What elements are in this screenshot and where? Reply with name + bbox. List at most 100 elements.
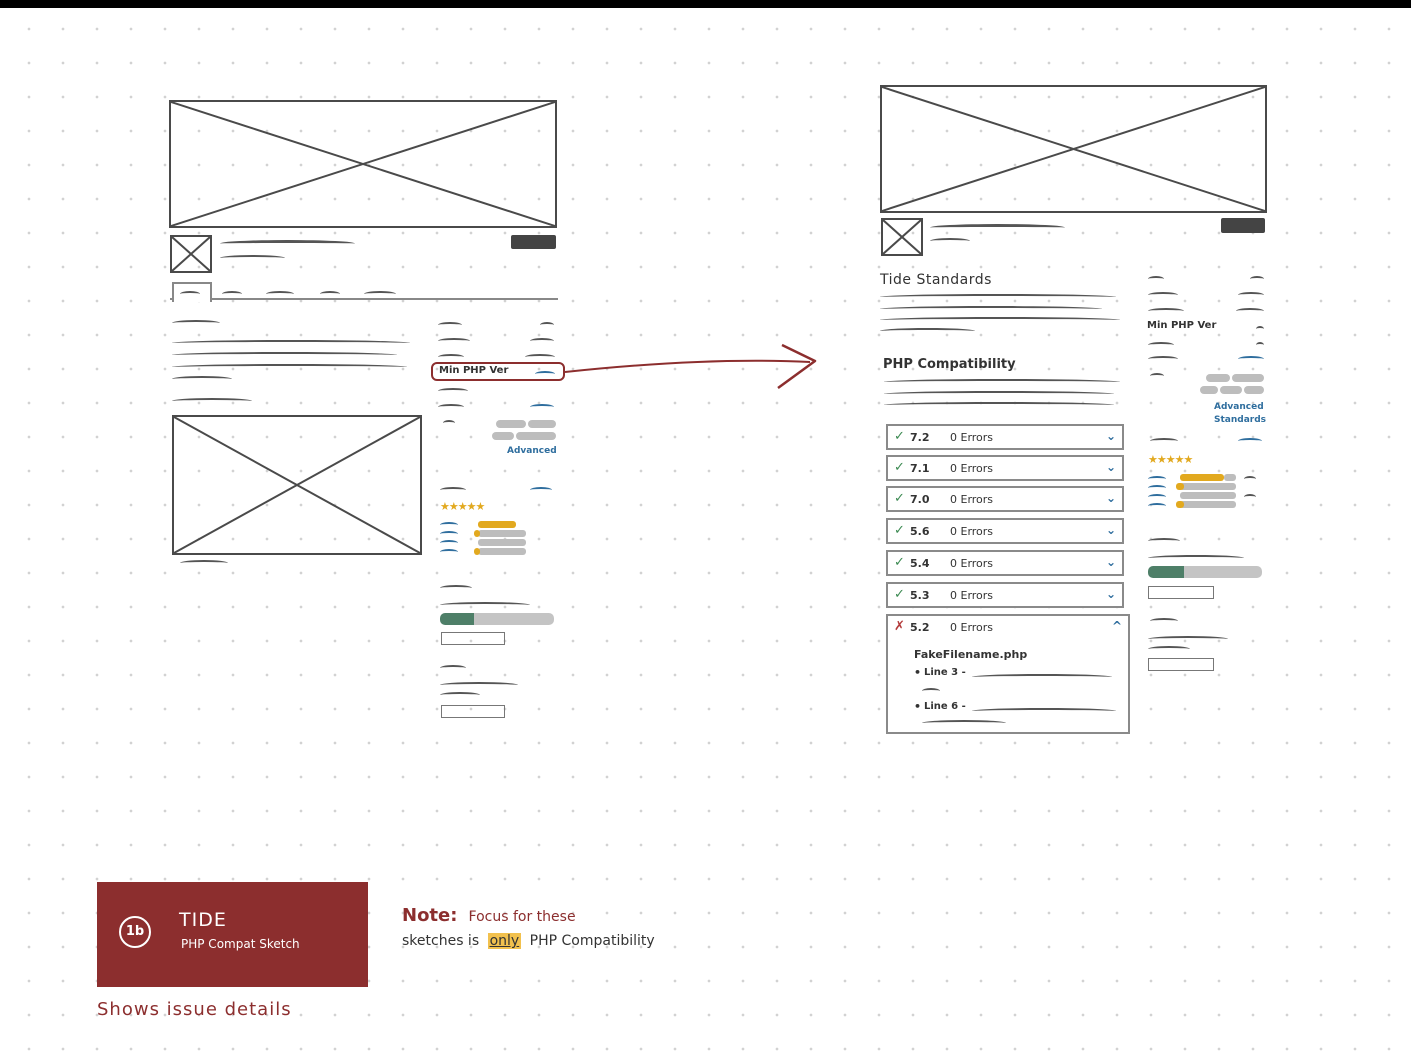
right-support-button[interactable]: [1148, 586, 1214, 599]
chevron-down-icon[interactable]: ⌄: [1106, 491, 1116, 505]
left-tab-bar: [170, 298, 558, 300]
left-tag-pill[interactable]: [492, 432, 514, 440]
left-tag-pill[interactable]: [496, 420, 526, 428]
left-min-php-value-scribble: [535, 371, 555, 377]
right-rating-count-scribble: [1244, 494, 1256, 500]
sketch-number-badge: 1b: [119, 916, 151, 948]
left-rating-bar-bg: [478, 548, 526, 555]
right-standards-link[interactable]: Standards: [1214, 415, 1266, 425]
right-plugin-icon-placeholder: [881, 218, 923, 256]
version-row-7-0[interactable]: ✓ 7.0 0 Errors ⌄: [886, 486, 1124, 512]
right-donate-heading-scribble: [1150, 618, 1178, 624]
note-text-line-1: Focus for these: [468, 909, 576, 925]
left-banner-image-placeholder: [169, 100, 557, 228]
left-tab-scribble[interactable]: [266, 291, 294, 297]
right-sidebar-link-scribble[interactable]: [1238, 356, 1264, 362]
php-compat-scribble: [884, 391, 1114, 397]
left-tag-pill[interactable]: [516, 432, 556, 440]
left-advanced-link[interactable]: Advanced: [507, 446, 557, 456]
left-description-scribble: [172, 340, 410, 346]
check-icon: ✓: [894, 555, 905, 570]
version-row-5-3[interactable]: ✓ 5.3 0 Errors ⌄: [886, 582, 1124, 608]
top-border: [0, 0, 1411, 8]
note-block-line-2: sketches is only PHP Compatibility: [402, 933, 655, 949]
chevron-down-icon[interactable]: ⌄: [1106, 429, 1116, 443]
version-row-5-2-expanded[interactable]: ✗ 5.2 0 Errors ^ FakeFilename.php • Line…: [886, 614, 1130, 734]
right-rating-bar: [1180, 474, 1224, 481]
right-rating-bar-bg: [1224, 474, 1236, 481]
right-tag-pill[interactable]: [1220, 386, 1242, 394]
left-donate-button[interactable]: [441, 705, 505, 718]
left-description-scribble: [172, 364, 407, 370]
version-row-7-1[interactable]: ✓ 7.1 0 Errors ⌄: [886, 455, 1124, 481]
chevron-up-icon[interactable]: ^: [1112, 619, 1122, 633]
version-label: 5.2: [910, 621, 930, 634]
right-tag-pill[interactable]: [1232, 374, 1264, 382]
version-label: 7.2: [910, 431, 930, 444]
error-count: 0 Errors: [950, 589, 994, 602]
left-rating-label-scribble: [440, 522, 458, 528]
version-row-7-2[interactable]: ✓ 7.2 0 Errors ⌄: [886, 424, 1124, 450]
left-tab-scribble[interactable]: [180, 291, 200, 297]
version-row-5-4[interactable]: ✓ 5.4 0 Errors ⌄: [886, 550, 1124, 576]
right-tag-pill[interactable]: [1206, 374, 1230, 382]
right-download-button[interactable]: [1221, 218, 1265, 233]
left-tab-scribble[interactable]: [222, 291, 242, 297]
right-sidebar-scribble: [1148, 356, 1178, 362]
right-sidebar-scribble: [1236, 308, 1264, 314]
right-tag-pill[interactable]: [1244, 386, 1264, 394]
left-tab-scribble[interactable]: [320, 291, 340, 297]
right-ratings-heading-scribble: [1150, 438, 1178, 444]
left-sidebar-link-scribble[interactable]: [530, 404, 554, 410]
left-donate-scribble: [440, 682, 518, 688]
right-donate-scribble: [1148, 646, 1190, 652]
issue-bullet-icon: •: [914, 666, 922, 679]
left-sidebar-scribble: [540, 322, 554, 328]
chevron-down-icon[interactable]: ⌄: [1106, 587, 1116, 601]
right-rating-bar-bg: [1180, 483, 1236, 490]
version-row-5-6[interactable]: ✓ 5.6 0 Errors ⌄: [886, 518, 1124, 544]
tide-standards-scribble: [880, 294, 1116, 300]
left-tag-pill[interactable]: [528, 420, 556, 428]
php-compatibility-heading: PHP Compatibility: [883, 357, 1016, 372]
note-text-line-2b: PHP Compatibility: [529, 933, 655, 949]
left-download-button[interactable]: [511, 235, 556, 249]
left-description-heading-scribble: [172, 320, 220, 326]
left-rating-bar: [474, 548, 480, 555]
chevron-down-icon[interactable]: ⌄: [1106, 460, 1116, 474]
left-sidebar-scribble: [438, 338, 470, 344]
chevron-down-icon[interactable]: ⌄: [1106, 523, 1116, 537]
left-support-scribble: [440, 602, 530, 608]
right-donate-button[interactable]: [1148, 658, 1214, 671]
tide-standards-scribble: [880, 317, 1120, 323]
issue-line-scribble: [922, 720, 1006, 726]
right-advanced-link[interactable]: Advanced: [1214, 402, 1264, 412]
issue-line-scribble: [972, 708, 1116, 714]
right-ratings-link-scribble[interactable]: [1238, 438, 1262, 444]
left-ratings-heading-scribble: [440, 487, 466, 493]
left-ratings-link-scribble[interactable]: [530, 487, 552, 493]
right-sidebar-scribble: [1148, 292, 1178, 298]
issue-line-label: Line 6 -: [924, 701, 966, 712]
tide-standards-heading: Tide Standards: [880, 272, 992, 288]
php-compat-scribble: [884, 379, 1120, 385]
right-tag-pill[interactable]: [1200, 386, 1218, 394]
version-label: 5.4: [910, 557, 930, 570]
right-rating-label-scribble: [1148, 503, 1166, 509]
left-sidebar-scribble: [438, 388, 468, 394]
right-rating-label-scribble: [1148, 476, 1166, 482]
error-count: 0 Errors: [950, 462, 994, 475]
right-sidebar-scribble: [1148, 276, 1164, 282]
left-support-button[interactable]: [441, 632, 505, 645]
left-sidebar-scribble: [525, 354, 555, 360]
left-donate-heading-scribble: [440, 665, 466, 671]
left-rating-bar-bg: [478, 539, 526, 546]
left-donate-scribble: [440, 692, 480, 698]
error-count: 0 Errors: [950, 621, 994, 634]
left-tab-scribble[interactable]: [364, 291, 396, 297]
error-count: 0 Errors: [950, 557, 994, 570]
error-count: 0 Errors: [950, 431, 994, 444]
right-plugin-author-scribble: [930, 238, 970, 244]
right-min-php-value-scribble: [1256, 326, 1264, 332]
chevron-down-icon[interactable]: ⌄: [1106, 555, 1116, 569]
